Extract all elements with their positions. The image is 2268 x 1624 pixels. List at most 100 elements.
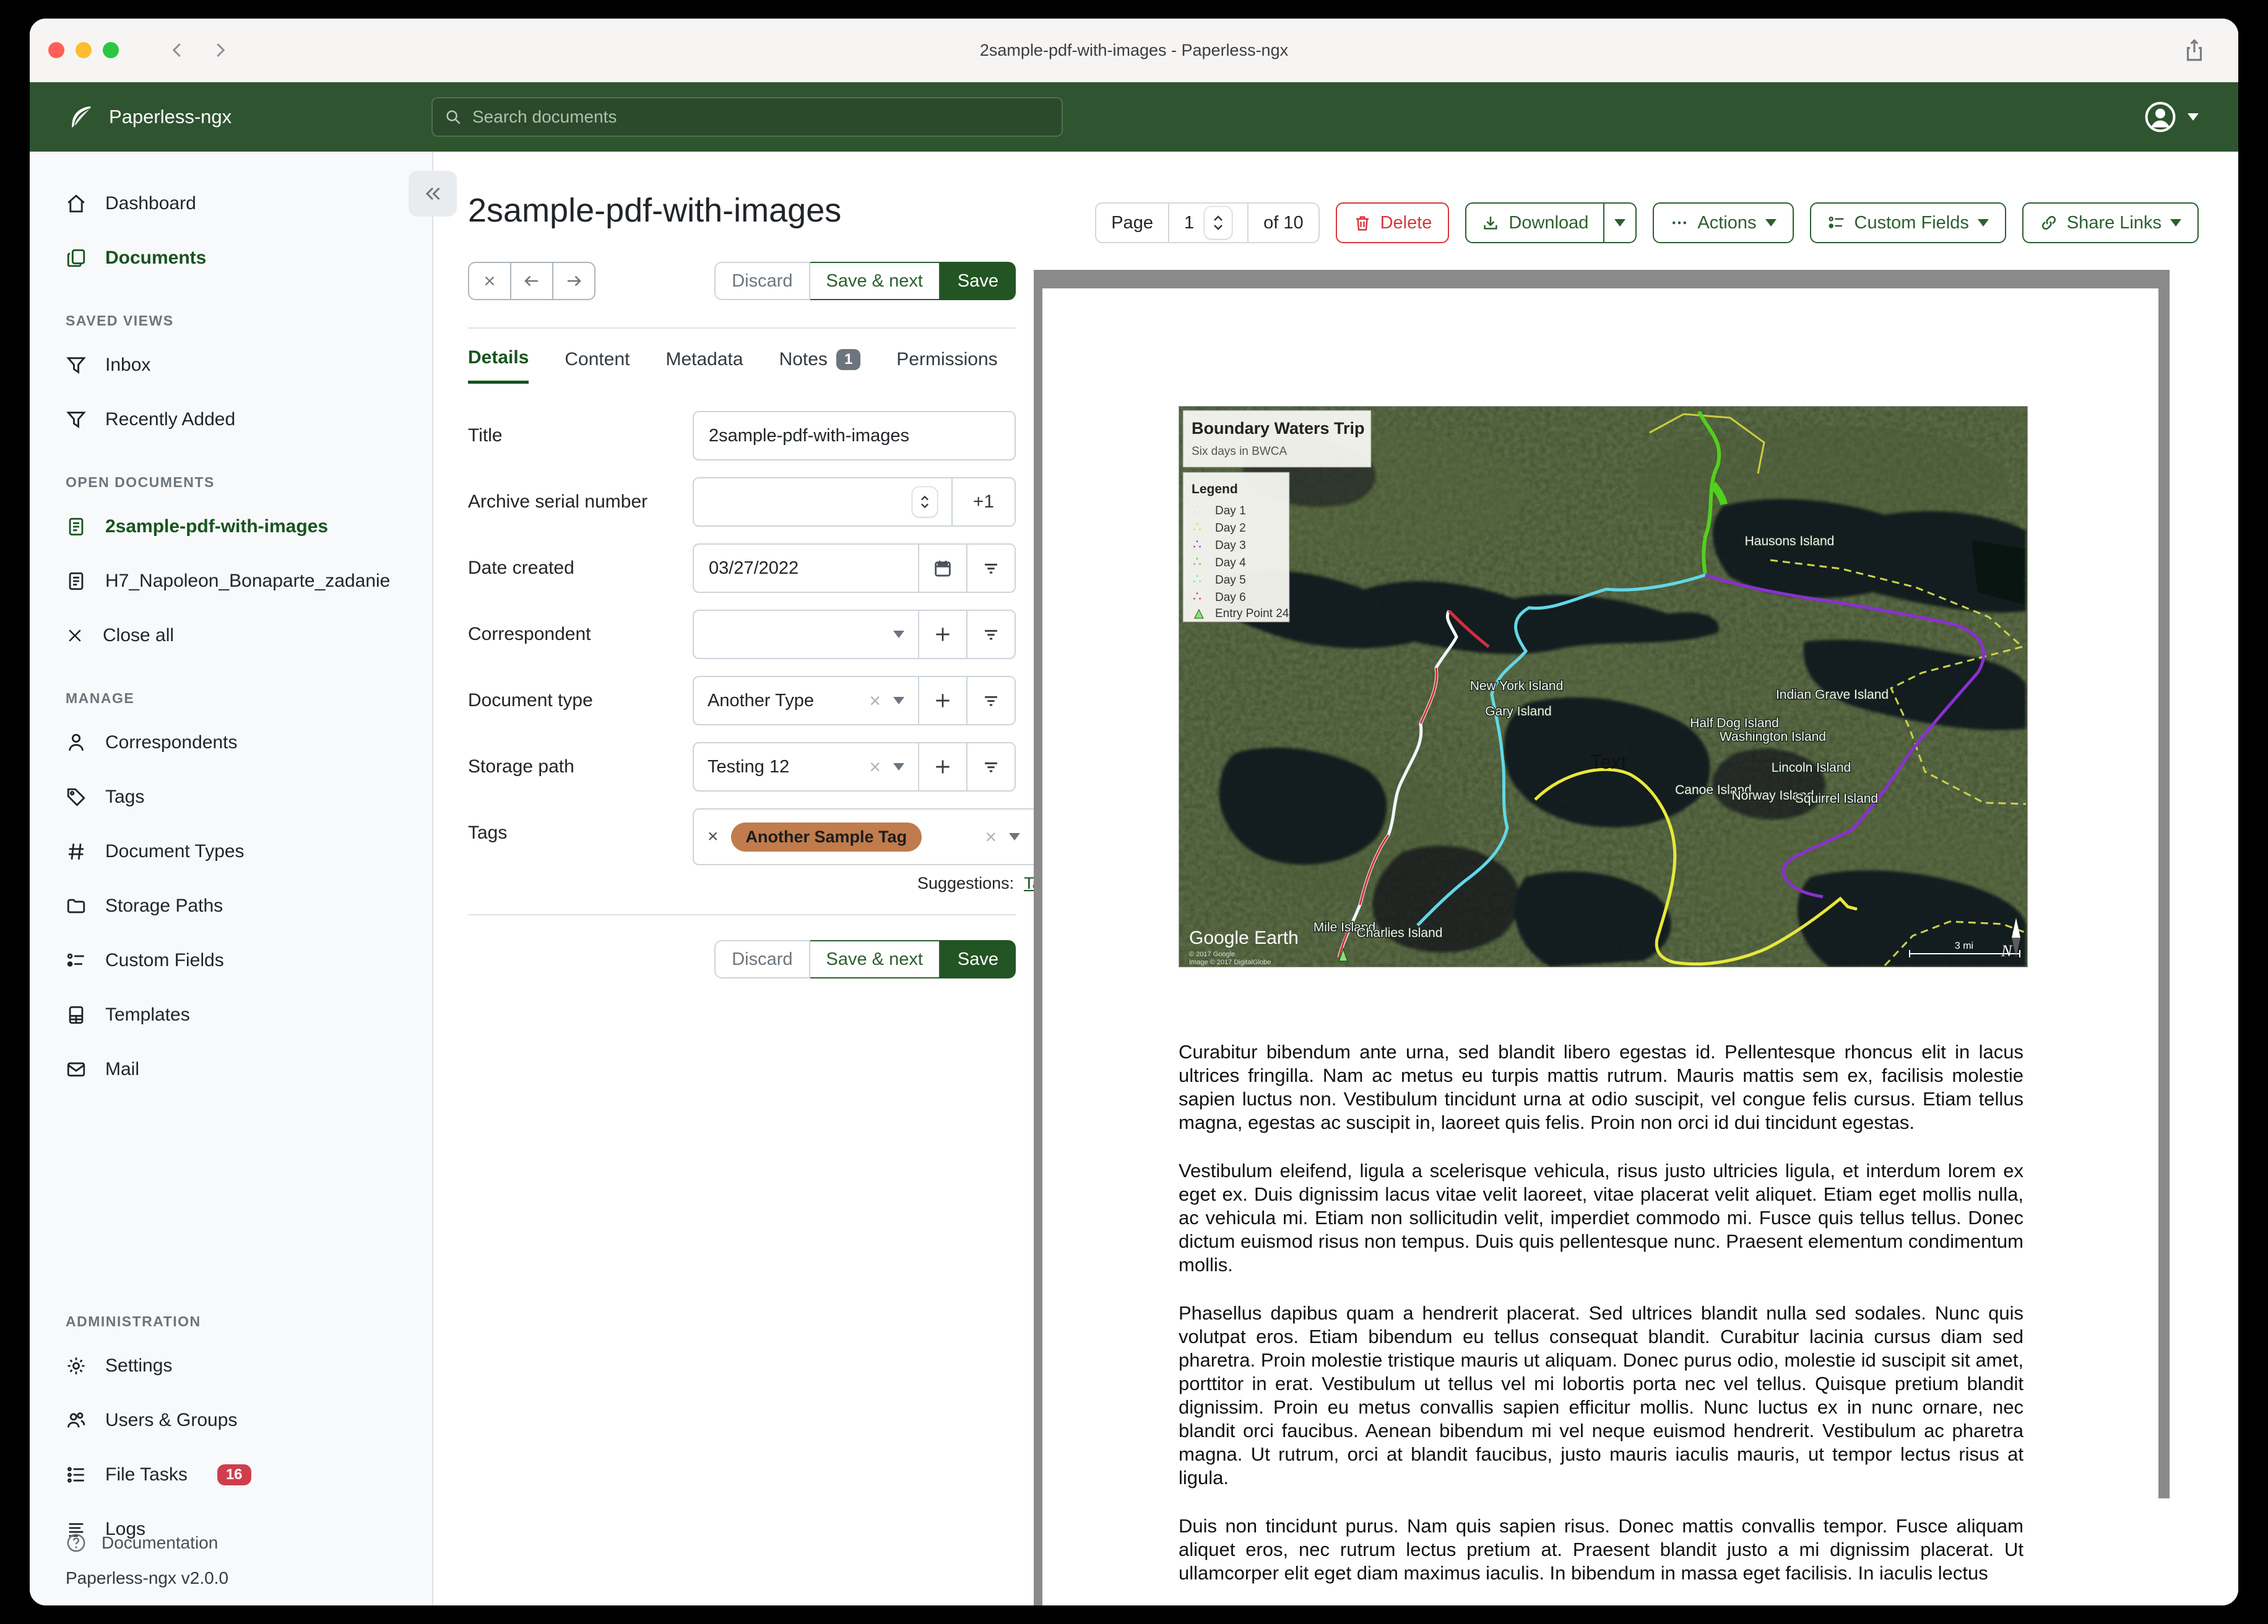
sidebar-item-label: Inbox [105, 355, 151, 375]
preview-scrollbar[interactable] [2158, 270, 2170, 1498]
close-document-button[interactable] [469, 263, 510, 299]
app-version: Paperless-ngx v2.0.0 [66, 1568, 229, 1587]
sidebar-item-correspondents[interactable]: Correspondents [30, 715, 432, 770]
caret-down-icon[interactable] [893, 631, 904, 638]
tags-select[interactable]: × Another Sample Tag × [694, 810, 1034, 864]
sidebar-item-templates[interactable]: Templates [30, 988, 432, 1042]
sidebar-item-mail[interactable]: Mail [30, 1042, 432, 1097]
storage-path-select[interactable]: Testing 12 × [694, 743, 918, 790]
legend-dots-icon: ∴ [1193, 571, 1201, 587]
sidebar-item-recently-added[interactable]: Recently Added [30, 392, 432, 447]
custom-fields-icon [67, 953, 84, 967]
page-number-value[interactable]: 1 [1184, 213, 1194, 233]
download-options-button[interactable] [1603, 204, 1635, 242]
sidebar: Dashboard Documents SAVED VIEWS Inbox Re… [30, 152, 457, 1605]
remove-tag-icon[interactable]: × [708, 826, 719, 847]
home-icon [67, 194, 85, 213]
clear-icon[interactable]: × [869, 689, 881, 712]
close-window-button[interactable] [48, 42, 64, 58]
previous-document-button[interactable] [510, 263, 552, 299]
correspondent-select[interactable] [694, 611, 918, 658]
next-document-button[interactable] [552, 263, 594, 299]
sidebar-item-settings[interactable]: Settings [30, 1339, 432, 1393]
brand[interactable]: Paperless-ngx [67, 103, 232, 131]
save-button[interactable]: Save [940, 262, 1016, 300]
sidebar-item-file-tasks[interactable]: File Tasks 16 [30, 1448, 432, 1502]
folder-icon [67, 899, 85, 914]
sidebar-item-users-groups[interactable]: Users & Groups [30, 1393, 432, 1448]
sidebar-item-dashboard[interactable]: Dashboard [30, 176, 432, 231]
search-bar[interactable] [431, 97, 1063, 137]
correspondent-filter-button[interactable] [966, 611, 1015, 658]
add-correspondent-button[interactable] [918, 611, 966, 658]
share-links-button[interactable]: Share Links [2022, 202, 2199, 243]
date-filter-button[interactable] [966, 545, 1015, 592]
asn-stepper[interactable] [912, 486, 938, 517]
sidebar-item-custom-fields[interactable]: Custom Fields [30, 933, 432, 988]
caret-down-icon[interactable] [893, 763, 904, 771]
sidebar-item-close-all[interactable]: Close all [30, 608, 432, 663]
document-type-select[interactable]: Another Type × [694, 677, 918, 724]
clear-icon[interactable]: × [985, 826, 997, 849]
forward-icon[interactable] [210, 41, 229, 59]
custom-fields-button[interactable]: Custom Fields [1809, 202, 2006, 243]
sidebar-item-storage-paths[interactable]: Storage Paths [30, 879, 432, 933]
tab-details[interactable]: Details [468, 347, 529, 384]
sidebar-item-open-doc-1[interactable]: 2sample-pdf-with-images [30, 499, 432, 554]
page-stepper[interactable] [1204, 206, 1233, 240]
delete-button[interactable]: Delete [1335, 202, 1450, 243]
add-storage-path-button[interactable] [918, 743, 966, 790]
sidebar-item-documentation[interactable]: Documentation [30, 1521, 432, 1565]
document-type-filter-button[interactable] [966, 677, 1015, 724]
sidebar-item-open-doc-2[interactable]: H7_Napoleon_Bonaparte_zadanie [30, 554, 432, 608]
tag-chip[interactable]: Another Sample Tag [730, 822, 922, 852]
search-input[interactable] [471, 106, 1031, 127]
caret-down-icon[interactable] [893, 697, 904, 704]
save-button[interactable]: Save [940, 940, 1016, 978]
asn-plus-one-button[interactable]: +1 [951, 478, 1015, 525]
tab-metadata[interactable]: Metadata [665, 347, 743, 384]
asn-input[interactable] [694, 478, 951, 525]
map-legend: Legend ∴ Day 1 ∴ Day 2 ∴ Day 3 ∴ Day 4 ∴ [1182, 472, 1290, 623]
download-button[interactable]: Download [1466, 204, 1603, 242]
tab-permissions[interactable]: Permissions [896, 347, 997, 384]
save-next-button[interactable]: Save & next [810, 262, 940, 300]
ellipsis-icon [1673, 221, 1687, 225]
gear-icon [67, 1357, 85, 1375]
storage-path-filter-button[interactable] [966, 743, 1015, 790]
north-label: N [2001, 942, 2013, 960]
clear-icon[interactable]: × [869, 756, 881, 779]
sidebar-item-label: Documents [105, 248, 207, 268]
zoom-window-button[interactable] [103, 42, 119, 58]
map-label: Gary Island [1485, 704, 1551, 719]
sidebar-item-document-types[interactable]: Document Types [30, 824, 432, 879]
sidebar-item-documents[interactable]: Documents [30, 231, 432, 285]
add-document-type-button[interactable] [918, 677, 966, 724]
stepper-up-icon [921, 495, 928, 501]
tab-notes[interactable]: Notes 1 [779, 347, 861, 384]
tab-content[interactable]: Content [565, 347, 630, 384]
main-content: 2sample-pdf-with-images Page 1 of 10 Del… [433, 152, 2238, 1605]
save-next-button[interactable]: Save & next [810, 940, 940, 978]
sidebar-item-inbox[interactable]: Inbox [30, 338, 432, 392]
map-label: Indian Grave Island [1776, 688, 1889, 702]
field-correspondent: Correspondent [468, 610, 1016, 659]
share-icon[interactable] [2181, 37, 2207, 63]
suggestions-label: Suggestions: [917, 874, 1015, 892]
download-split-button: Download [1465, 202, 1637, 243]
date-created-input[interactable] [708, 557, 904, 579]
discard-button[interactable]: Discard [714, 262, 810, 300]
user-menu[interactable] [2143, 100, 2199, 134]
actions-button[interactable]: Actions [1653, 202, 1794, 243]
page-count: of 10 [1247, 204, 1318, 242]
title-input[interactable] [708, 425, 1001, 447]
sidebar-collapse-button[interactable] [409, 171, 457, 217]
back-icon[interactable] [168, 41, 187, 59]
sidebar-item-tags[interactable]: Tags [30, 770, 432, 824]
legend-title: Legend [1192, 482, 1238, 496]
map-label: New York Island [1470, 679, 1564, 693]
calendar-button[interactable] [918, 545, 966, 592]
minimize-window-button[interactable] [76, 42, 92, 58]
discard-button[interactable]: Discard [714, 940, 810, 978]
caret-down-icon[interactable] [1009, 833, 1021, 840]
